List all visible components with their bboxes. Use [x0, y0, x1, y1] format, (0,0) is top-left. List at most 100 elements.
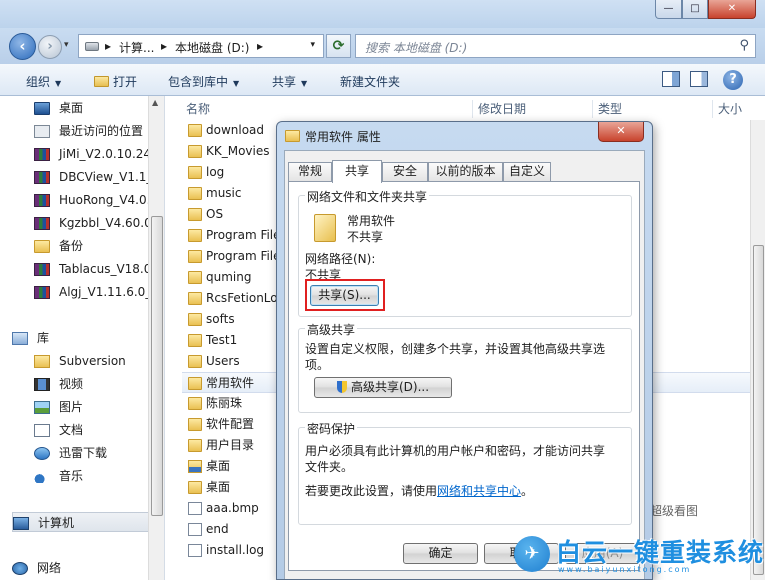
advanced-sharing-description: 设置自定义权限，创建多个共享，并设置其他高级共享选: [305, 342, 606, 356]
breadcrumb-sep-icon: ▸: [105, 39, 112, 53]
history-dropdown-icon[interactable]: ▾: [64, 40, 69, 50]
nav-favorite-item[interactable]: DBCView_V1.1_: [34, 167, 164, 187]
file-name: aaa.bmp: [206, 501, 259, 515]
refresh-button[interactable]: ⟳: [326, 34, 351, 58]
ok-button[interactable]: 确定: [403, 543, 478, 564]
desktop-folder-icon: [188, 460, 202, 473]
organize-label: 组织: [26, 75, 51, 89]
close-button[interactable]: ✕: [708, 0, 756, 19]
organize-menu[interactable]: 组织 ▼: [26, 73, 61, 90]
column-header-name[interactable]: 名称: [186, 96, 210, 122]
tab-general[interactable]: 常规: [288, 162, 332, 181]
nav-favorite-item[interactable]: Algj_V1.11.6.0_X: [34, 282, 164, 302]
nav-network[interactable]: 网络: [12, 558, 162, 578]
file-name: log: [206, 165, 225, 179]
nav-pane-scrollbar[interactable]: ▲: [148, 96, 164, 580]
winrar-archive-icon: [34, 286, 50, 299]
nav-library-subversion[interactable]: Subversion: [34, 351, 164, 371]
file-name: 桌面: [206, 459, 231, 473]
nav-favorite-item[interactable]: Tablacus_V18.0: [34, 259, 164, 279]
column-divider[interactable]: [472, 100, 473, 118]
file-name: 常用软件: [206, 376, 255, 390]
open-button[interactable]: 打开: [94, 73, 137, 90]
search-placeholder: 搜索 本地磁盘 (D:): [365, 41, 468, 55]
nav-favorite-desktop[interactable]: 桌面: [34, 98, 164, 118]
scrollbar-thumb[interactable]: [753, 245, 764, 575]
minimize-button[interactable]: —: [655, 0, 682, 19]
maximize-button[interactable]: □: [682, 0, 708, 19]
search-input[interactable]: 搜索 本地磁盘 (D:) ⚲: [355, 34, 756, 58]
nav-label: 迅雷下载: [59, 446, 108, 460]
tab-security[interactable]: 安全: [382, 162, 428, 181]
scrollbar-thumb[interactable]: [151, 216, 163, 516]
view-options-icon[interactable]: [662, 71, 680, 87]
preview-pane-icon[interactable]: [690, 71, 708, 87]
winrar-archive-icon: [34, 217, 50, 230]
change-setting-text: 若要更改此设置，请使用网络和共享中心。: [305, 482, 533, 499]
nav-computer[interactable]: 计算机: [12, 512, 162, 532]
advanced-sharing-button[interactable]: 高级共享(D)...: [314, 377, 452, 398]
folder-icon: [314, 214, 336, 242]
nav-library-music[interactable]: 音乐: [34, 466, 164, 486]
nav-favorite-item[interactable]: JiMi_V2.0.10.24_: [34, 144, 164, 164]
scroll-up-icon[interactable]: ▲: [152, 98, 158, 107]
folder-icon: [188, 124, 202, 137]
nav-libraries[interactable]: 库: [12, 328, 162, 348]
nav-label: JiMi_V2.0.10.24_: [59, 147, 158, 161]
nav-favorite-item[interactable]: Kgzbbl_V4.60.0: [34, 213, 164, 233]
dialog-close-button[interactable]: ✕: [598, 122, 644, 142]
nav-library-videos[interactable]: 视频: [34, 374, 164, 394]
tab-previous-versions[interactable]: 以前的版本: [428, 162, 503, 181]
share-button[interactable]: 共享(S)...: [310, 285, 379, 306]
file-list-scrollbar[interactable]: [750, 120, 765, 580]
folder-icon: [188, 377, 202, 390]
network-sharing-center-link[interactable]: 网络和共享中心: [437, 484, 521, 498]
column-divider[interactable]: [592, 100, 593, 118]
back-button[interactable]: ‹: [9, 33, 36, 60]
nav-label: Subversion: [59, 354, 126, 368]
column-divider[interactable]: [712, 100, 713, 118]
address-bar[interactable]: ▸ 计算... ▸ 本地磁盘 (D:) ▸ ▾: [78, 34, 324, 58]
new-folder-button[interactable]: 新建文件夹: [340, 73, 400, 90]
file-icon: [188, 544, 202, 557]
network-icon: [12, 562, 28, 575]
nav-favorite-recent[interactable]: 最近访问的位置: [34, 121, 164, 141]
nav-label: 最近访问的位置: [59, 124, 144, 138]
tab-sharing[interactable]: 共享: [332, 160, 382, 183]
folder-icon: [188, 145, 202, 158]
file-name: OS: [206, 207, 224, 221]
file-name: install.log: [206, 543, 265, 557]
column-header-modified[interactable]: 修改日期: [478, 96, 526, 122]
nav-library-downloads[interactable]: 迅雷下载: [34, 443, 164, 463]
command-toolbar: 组织 ▼ 打开 包含到库中 ▼ 共享 ▼ 新建文件夹 ?: [0, 64, 765, 96]
nav-favorite-item[interactable]: 备份: [34, 236, 164, 256]
column-header-type[interactable]: 类型: [598, 96, 622, 122]
help-icon[interactable]: ?: [723, 70, 743, 90]
chevron-down-icon: ▼: [233, 79, 240, 88]
tab-customize[interactable]: 自定义: [503, 162, 551, 181]
nav-library-pictures[interactable]: 图片: [34, 397, 164, 417]
folder-icon: [188, 334, 202, 347]
column-header-size[interactable]: 大小: [718, 96, 742, 122]
dialog-body: 常规 共享 安全 以前的版本 自定义 网络文件和文件夹共享 常用软件 不共享 网…: [284, 150, 645, 579]
file-name: download: [206, 123, 265, 137]
folder-icon: [285, 130, 300, 142]
include-library-menu[interactable]: 包含到库中 ▼: [168, 73, 239, 90]
share-menu[interactable]: 共享 ▼: [272, 73, 307, 90]
forward-button[interactable]: ›: [38, 35, 62, 59]
advanced-sharing-button-label: 高级共享(D)...: [350, 380, 430, 394]
password-description: 文件夹。: [305, 460, 354, 474]
uac-shield-icon: [336, 381, 347, 393]
address-dropdown-icon[interactable]: ▾: [310, 40, 315, 50]
breadcrumb-drive-d[interactable]: 本地磁盘 (D:): [175, 39, 249, 56]
nav-favorite-item[interactable]: HuoRong_V4.0.: [34, 190, 164, 210]
breadcrumb-computer[interactable]: 计算...: [119, 39, 154, 56]
drive-icon: [85, 42, 99, 51]
file-name: RcsFetionLog: [206, 291, 286, 305]
search-icon[interactable]: ⚲: [739, 38, 749, 53]
file-name: music: [206, 186, 242, 200]
nav-label: 备份: [59, 239, 84, 253]
group-title: 密码保护: [305, 420, 358, 437]
advanced-sharing-group: 高级共享 设置自定义权限，创建多个共享，并设置其他高级共享选 项。 高级共享(D…: [298, 321, 632, 413]
nav-library-documents[interactable]: 文档: [34, 420, 164, 440]
